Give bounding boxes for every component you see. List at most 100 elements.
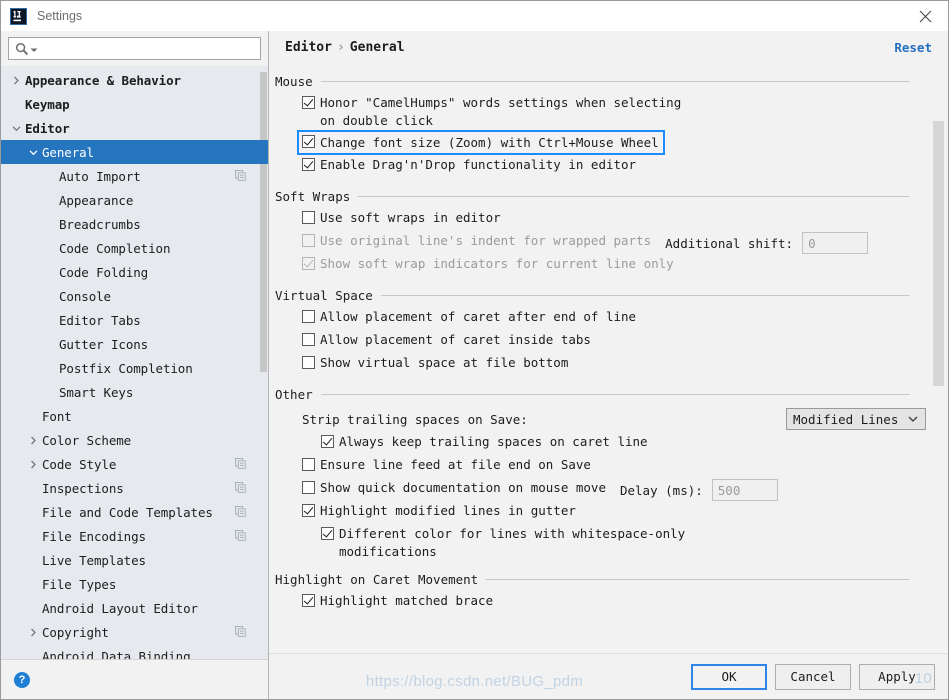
- chevron-right-icon[interactable]: [27, 434, 40, 447]
- checkbox[interactable]: [302, 310, 315, 323]
- copy-icon: [235, 458, 246, 469]
- copy-icon: [235, 482, 246, 493]
- sidebar-item-editor[interactable]: Editor: [1, 116, 268, 140]
- checkbox-label: Ensure line feed at file end on Save: [320, 455, 591, 474]
- sidebar-item-label: Color Scheme: [42, 433, 131, 448]
- chevron-down-icon[interactable]: [27, 146, 40, 159]
- checkbox[interactable]: [302, 96, 315, 109]
- checkbox[interactable]: [302, 481, 315, 494]
- copy-icon[interactable]: [235, 482, 246, 496]
- sidebar-item-color-scheme[interactable]: Color Scheme: [1, 428, 268, 452]
- checkbox-label: Always keep trailing spaces on caret lin…: [339, 432, 648, 451]
- setting-row: Always keep trailing spaces on caret lin…: [275, 432, 926, 455]
- chevron-down-icon: [30, 47, 38, 55]
- section-header: Mouse: [275, 73, 926, 89]
- checkbox-label: Show soft wrap indicators for current li…: [320, 254, 674, 273]
- checkbox[interactable]: [302, 458, 315, 471]
- sidebar-item-keymap[interactable]: Keymap: [1, 92, 268, 116]
- sidebar-item-copyright[interactable]: Copyright: [1, 620, 268, 644]
- checkbox[interactable]: [321, 435, 334, 448]
- breadcrumb-leaf: General: [350, 40, 405, 55]
- setting-row: Change font size (Zoom) with Ctrl+Mouse …: [275, 130, 926, 155]
- sidebar-item-general[interactable]: General: [1, 140, 268, 164]
- sidebar-item-gutter-icons[interactable]: Gutter Icons: [1, 332, 268, 356]
- sidebar-item-label: Breadcrumbs: [59, 217, 141, 232]
- reset-link[interactable]: Reset: [894, 40, 932, 55]
- section-title: Soft Wraps: [275, 189, 350, 204]
- sidebar-item-file-and-code-templates[interactable]: File and Code Templates: [1, 500, 268, 524]
- copy-icon[interactable]: [235, 506, 246, 520]
- copy-icon[interactable]: [235, 458, 246, 472]
- sidebar-item-android-data-binding[interactable]: Android Data Binding: [1, 644, 268, 659]
- sidebar-item-editor-tabs[interactable]: Editor Tabs: [1, 308, 268, 332]
- chevron-right-icon[interactable]: [10, 74, 23, 87]
- copy-icon: [235, 170, 246, 181]
- checkbox[interactable]: [302, 356, 315, 369]
- checkbox[interactable]: [302, 594, 315, 607]
- setting-row: Highlight matched brace: [275, 591, 926, 614]
- inline-field-group: Additional shift: 0: [665, 232, 868, 254]
- title-bar: Settings: [1, 1, 948, 31]
- copy-icon[interactable]: [235, 170, 246, 184]
- checkbox[interactable]: [302, 333, 315, 346]
- sidebar-item-appearance[interactable]: Appearance: [1, 188, 268, 212]
- sidebar-item-live-templates[interactable]: Live Templates: [1, 548, 268, 572]
- checkbox-label: Different color for lines with whitespac…: [339, 524, 719, 561]
- sidebar-item-label: Console: [59, 289, 111, 304]
- settings-window: Settings: [0, 0, 949, 700]
- sidebar-item-appearance-behavior[interactable]: Appearance & Behavior: [1, 68, 268, 92]
- checkbox[interactable]: [321, 527, 334, 540]
- sidebar-item-file-encodings[interactable]: File Encodings: [1, 524, 268, 548]
- checkbox[interactable]: [302, 504, 315, 517]
- breadcrumb-root[interactable]: Editor: [285, 40, 332, 55]
- chevron-right-icon[interactable]: [27, 626, 40, 639]
- chevron-right-icon[interactable]: [27, 458, 40, 471]
- copy-icon[interactable]: [235, 626, 246, 640]
- sidebar-item-file-types[interactable]: File Types: [1, 572, 268, 596]
- sidebar-item-code-folding[interactable]: Code Folding: [1, 260, 268, 284]
- sidebar-item-label: Inspections: [42, 481, 124, 496]
- section-divider: [321, 81, 910, 82]
- section-divider: [381, 295, 910, 296]
- checkbox[interactable]: [302, 158, 315, 171]
- copy-icon[interactable]: [235, 530, 246, 544]
- ok-button[interactable]: OK: [691, 664, 767, 690]
- content-scrollbar[interactable]: [933, 89, 944, 653]
- field-input[interactable]: 500: [712, 479, 778, 501]
- help-icon[interactable]: ?: [14, 672, 30, 688]
- apply-button[interactable]: Apply: [859, 664, 935, 690]
- sidebar-item-breadcrumbs[interactable]: Breadcrumbs: [1, 212, 268, 236]
- chevron-down-icon[interactable]: [10, 122, 23, 135]
- focused-checkbox-group[interactable]: Change font size (Zoom) with Ctrl+Mouse …: [297, 130, 665, 155]
- sections-container: MouseHonor "CamelHumps" words settings w…: [275, 73, 948, 614]
- checkbox-label: Change font size (Zoom) with Ctrl+Mouse …: [320, 133, 659, 152]
- select-value: Modified Lines: [793, 412, 898, 427]
- checkbox[interactable]: [302, 211, 315, 224]
- sidebar-item-postfix-completion[interactable]: Postfix Completion: [1, 356, 268, 380]
- settings-sidebar: Appearance & BehaviorKeymapEditorGeneral…: [1, 31, 269, 699]
- sidebar-item-font[interactable]: Font: [1, 404, 268, 428]
- sidebar-item-android-layout-editor[interactable]: Android Layout Editor: [1, 596, 268, 620]
- section-header: Virtual Space: [275, 287, 926, 303]
- checkbox-label: Use original line's indent for wrapped p…: [320, 231, 651, 250]
- sidebar-item-inspections[interactable]: Inspections: [1, 476, 268, 500]
- cancel-button[interactable]: Cancel: [775, 664, 851, 690]
- sidebar-item-console[interactable]: Console: [1, 284, 268, 308]
- search-area: [1, 31, 268, 66]
- field-input[interactable]: 0: [802, 232, 868, 254]
- sidebar-item-smart-keys[interactable]: Smart Keys: [1, 380, 268, 404]
- window-title: Settings: [37, 9, 82, 23]
- sidebar-item-label: Gutter Icons: [59, 337, 148, 352]
- search-input[interactable]: [8, 37, 261, 60]
- sidebar-item-label: Copyright: [42, 625, 109, 640]
- strip-trailing-spaces-select[interactable]: Modified Lines: [786, 408, 926, 430]
- close-icon[interactable]: [902, 1, 948, 31]
- setting-row: Different color for lines with whitespac…: [275, 524, 926, 561]
- checkbox[interactable]: [302, 135, 315, 148]
- sidebar-item-code-completion[interactable]: Code Completion: [1, 236, 268, 260]
- sidebar-item-auto-import[interactable]: Auto Import: [1, 164, 268, 188]
- copy-icon: [235, 530, 246, 541]
- settings-tree[interactable]: Appearance & BehaviorKeymapEditorGeneral…: [1, 66, 268, 659]
- sidebar-item-code-style[interactable]: Code Style: [1, 452, 268, 476]
- field-label: Additional shift:: [665, 236, 793, 251]
